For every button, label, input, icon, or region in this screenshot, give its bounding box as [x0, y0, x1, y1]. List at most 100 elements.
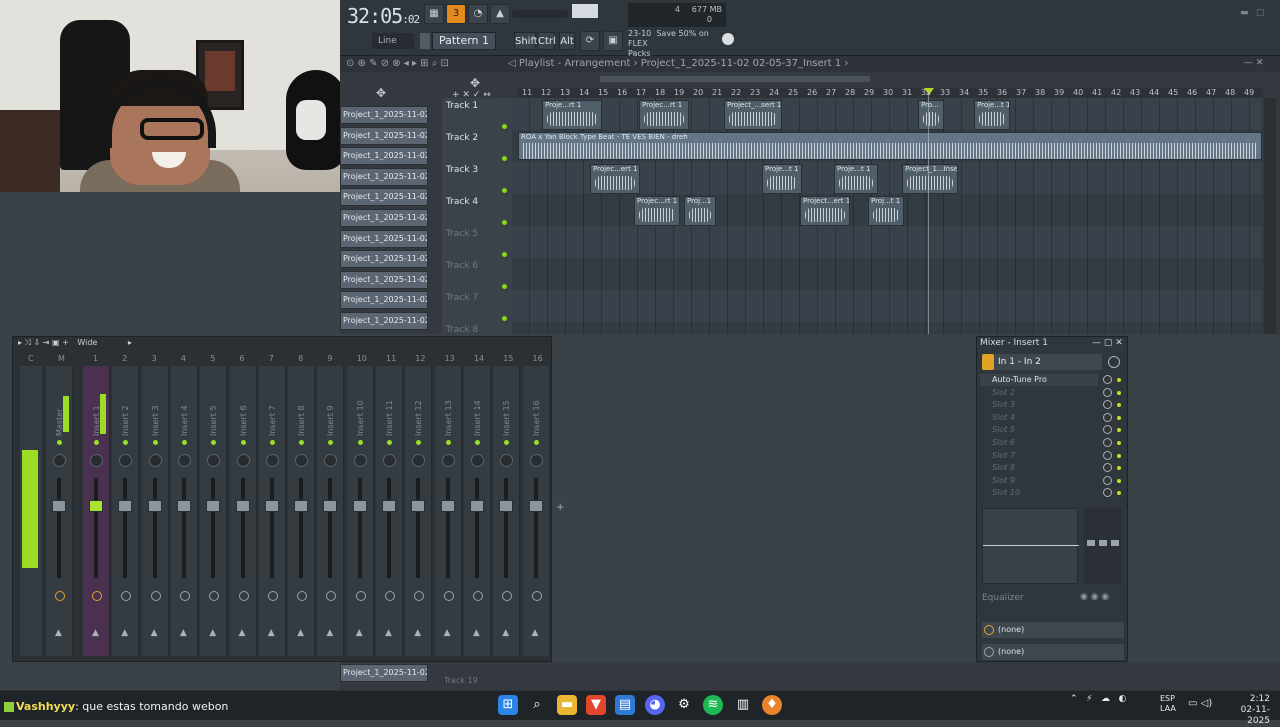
pan-knob[interactable]: [441, 454, 455, 467]
send-knob[interactable]: [385, 591, 395, 601]
audio-clip[interactable]: Projec...rt 1: [639, 100, 689, 130]
playlist-vscroll[interactable]: [1264, 98, 1276, 334]
track-mute-led[interactable]: [502, 252, 507, 257]
pan-knob[interactable]: [529, 454, 543, 467]
pan-knob[interactable]: [324, 454, 338, 467]
picker-item[interactable]: Project_1_2025-11-02 0..: [340, 312, 428, 330]
volume-fader-handle[interactable]: [352, 500, 367, 512]
slot-mix-knob[interactable]: [1103, 412, 1112, 422]
route-arrow-icon[interactable]: ▲: [55, 628, 62, 638]
add-insert-icon[interactable]: +: [556, 502, 564, 513]
picker-item[interactable]: Project_1_2025-11-02 0..: [340, 270, 428, 289]
mixer-channel[interactable]: Insert 13 ▲: [434, 366, 462, 656]
search-icon[interactable]: ⌕: [527, 695, 547, 715]
route-arrow-icon[interactable]: ▲: [356, 628, 363, 638]
volume-fader-track[interactable]: [416, 478, 421, 578]
output-1-icon[interactable]: [984, 625, 994, 635]
channel-mute-led[interactable]: [152, 440, 158, 445]
mixer-channel[interactable]: Insert 16 ▲: [522, 366, 550, 656]
mixer-preset-icon[interactable]: [982, 354, 994, 370]
pan-knob[interactable]: [470, 454, 484, 467]
pan-knob[interactable]: [353, 454, 367, 467]
input-routing-select[interactable]: In 1 - In 2: [994, 354, 1102, 370]
send-knob[interactable]: [267, 591, 278, 601]
snap-mode-select[interactable]: Line: [372, 33, 414, 49]
route-arrow-icon[interactable]: ▲: [444, 628, 451, 638]
pan-knob[interactable]: [177, 454, 191, 467]
volume-fader-handle[interactable]: [528, 500, 543, 512]
send-knob[interactable]: [150, 591, 161, 601]
track-mute-led[interactable]: [502, 220, 507, 225]
channel-mute-led[interactable]: [445, 440, 451, 445]
volume-fader-handle[interactable]: [147, 500, 162, 512]
track-label[interactable]: Track 6: [446, 261, 478, 271]
track-label[interactable]: Track 4: [446, 197, 478, 207]
effect-slot[interactable]: Slot 4: [980, 412, 1098, 424]
playlist-window-controls[interactable]: — ✕: [1244, 58, 1263, 68]
route-arrow-icon[interactable]: ▲: [326, 628, 333, 638]
mixer-channel[interactable]: Insert 2 ▲: [112, 366, 140, 656]
send-knob[interactable]: [92, 591, 102, 601]
mixer-channel[interactable]: Insert 14 ▲: [463, 366, 491, 656]
mixer-channel[interactable]: Insert 3 ▲: [141, 366, 169, 656]
clock[interactable]: 2:12 02-11-2025: [1220, 694, 1270, 727]
pan-knob[interactable]: [148, 454, 162, 467]
picker-item[interactable]: Project_1_2025-11-02 0..: [340, 147, 428, 166]
volume-fader-track[interactable]: [240, 478, 245, 578]
channel-mute-led[interactable]: [416, 440, 422, 445]
track-mute-led[interactable]: [502, 156, 507, 161]
mixer-channel[interactable]: Insert 10 ▲: [346, 366, 374, 656]
slot-enable-led[interactable]: [1117, 453, 1121, 458]
volume-fader-track[interactable]: [445, 478, 450, 578]
effect-slot[interactable]: Slot 9: [980, 475, 1098, 487]
system-tray[interactable]: ⌃ ⚡ ☁ ◐: [1070, 694, 1126, 704]
discord-icon[interactable]: ◕: [645, 695, 665, 715]
channel-mute-led[interactable]: [357, 440, 363, 445]
channel-mute-led[interactable]: [504, 440, 510, 445]
track-mute-led[interactable]: [502, 188, 507, 193]
volume-fader-handle[interactable]: [235, 500, 250, 512]
pan-knob[interactable]: [90, 454, 103, 467]
volume-fader-handle[interactable]: [118, 500, 133, 512]
pan-knob[interactable]: [295, 454, 309, 467]
mixer-channel[interactable]: Insert 6 ▲: [229, 366, 257, 656]
volume-fader-track[interactable]: [269, 478, 274, 578]
volume-fader-track[interactable]: [504, 478, 509, 578]
route-arrow-icon[interactable]: ▲: [121, 628, 128, 638]
photos-icon[interactable]: ▤: [615, 695, 635, 715]
send-knob[interactable]: [179, 591, 190, 601]
routing-toggle-icon[interactable]: [1108, 356, 1120, 368]
eq-sliders[interactable]: [1084, 508, 1122, 584]
wait-icon[interactable]: ◔: [468, 4, 488, 24]
news-icon[interactable]: [722, 33, 734, 45]
slot-mix-knob[interactable]: [1103, 375, 1112, 384]
volume-fader-track[interactable]: [211, 478, 216, 578]
volume-fader-track[interactable]: [181, 478, 186, 578]
send-knob[interactable]: [121, 591, 132, 601]
volume-fader-handle[interactable]: [323, 500, 338, 512]
audio-clip[interactable]: Proje...rt 1: [542, 100, 602, 130]
track-label[interactable]: Track 2: [446, 133, 478, 143]
pan-knob[interactable]: [383, 454, 396, 467]
audio-clip[interactable]: Proje...t 1: [762, 164, 802, 194]
track-label[interactable]: Track 5: [446, 229, 478, 239]
volume-fader-handle[interactable]: [469, 500, 484, 512]
volume-fader-handle[interactable]: [206, 500, 221, 512]
audio-clip[interactable]: Projec...rt 1: [634, 196, 680, 226]
audio-clip[interactable]: Project_1...Insert 1: [902, 164, 958, 194]
notepad-icon[interactable]: ▥: [733, 695, 753, 715]
channel-mute-led[interactable]: [57, 440, 62, 445]
pan-knob[interactable]: [236, 454, 250, 467]
volume-fader-handle[interactable]: [264, 500, 279, 512]
picker-item[interactable]: Project_1_2025-11-02 0..: [340, 229, 428, 248]
slot-mix-knob[interactable]: [1103, 438, 1112, 447]
mixer-channel[interactable]: Insert 5 ▲: [200, 366, 228, 656]
volume-fader-handle[interactable]: [89, 500, 103, 512]
ctrl-button[interactable]: Ctrl: [537, 32, 556, 50]
slot-enable-led[interactable]: [1117, 478, 1121, 483]
send-knob[interactable]: [502, 591, 513, 601]
effect-slot[interactable]: Slot 5: [980, 424, 1098, 436]
mixer-channel[interactable]: Insert 9 ▲: [317, 366, 345, 656]
volume-fader-handle[interactable]: [499, 500, 514, 512]
audio-clip[interactable]: Proje...t 1: [834, 164, 878, 194]
